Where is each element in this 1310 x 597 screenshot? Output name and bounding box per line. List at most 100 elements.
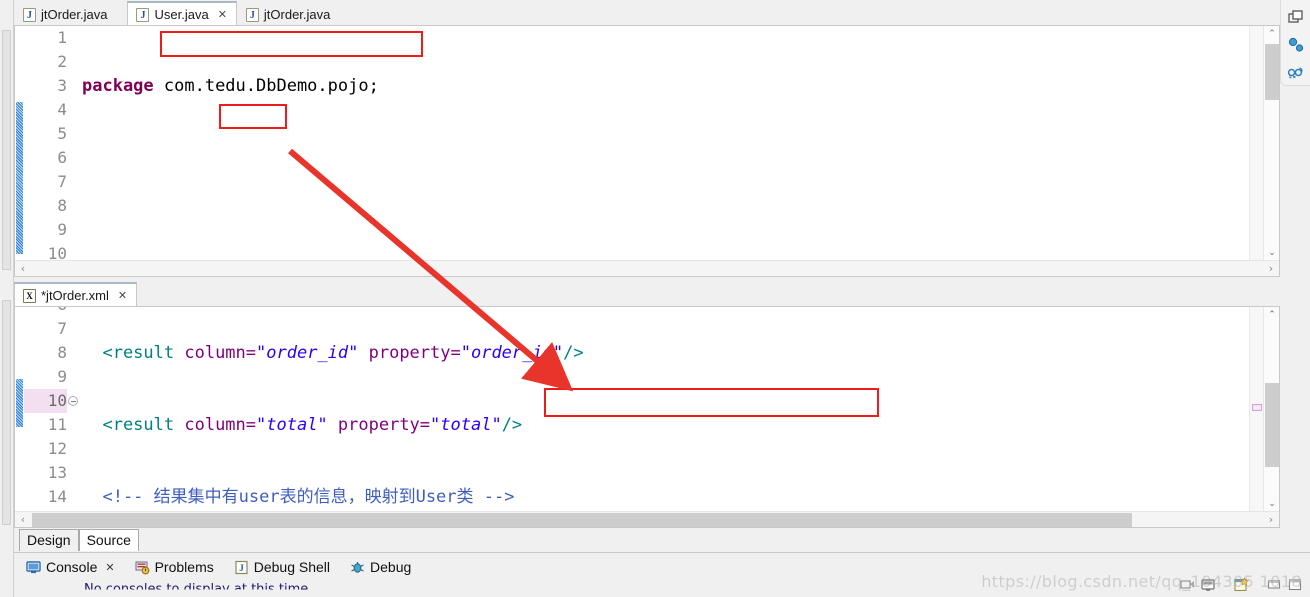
line-number: 8 — [57, 343, 67, 362]
token-tag: /> — [501, 415, 523, 435]
left-edge-strip — [0, 0, 14, 597]
java-file-icon: J — [245, 7, 259, 22]
xml-code-lines[interactable]: <result column="order_id" property="orde… — [70, 307, 1279, 527]
java-file-icon: J — [136, 7, 150, 22]
view-tab-label: Console — [46, 559, 98, 575]
editor-tab-jtorder-java-1[interactable]: J jtOrder.java — [14, 2, 118, 26]
close-icon[interactable]: ✕ — [105, 561, 114, 574]
display-selected-console-dropdown-icon[interactable] — [1221, 583, 1229, 588]
java-file-icon: J — [23, 7, 36, 22]
line-number: 12 — [47, 439, 67, 458]
token-tag: /> — [563, 343, 584, 363]
line-number: 8 — [57, 196, 67, 215]
line-number: 9 — [57, 220, 67, 239]
view-tab-debug[interactable]: Debug — [346, 554, 421, 580]
search-glasses-icon[interactable] — [1287, 63, 1305, 81]
scroll-left-icon[interactable]: ‹ — [15, 512, 31, 527]
xml-code-editor[interactable]: 6 7 8 9 10 11 12 13 14 <result column="o… — [14, 306, 1280, 528]
open-console-icon[interactable] — [1233, 577, 1250, 593]
line-number: 5 — [57, 124, 67, 143]
token-value: "order_id" — [460, 343, 564, 363]
java-editor-part: J jtOrder.java J User.java ✕ J jtOrder.j… — [14, 0, 1280, 277]
line-number: 13 — [47, 463, 67, 482]
scroll-right-icon[interactable]: › — [1263, 261, 1279, 276]
token-attr: property= — [358, 343, 461, 363]
design-source-tab-group: Design Source — [19, 529, 139, 551]
console-icon — [26, 560, 41, 575]
view-tab-debug-shell[interactable]: J Debug Shell — [230, 554, 340, 580]
console-view-toolbar — [1179, 577, 1304, 593]
view-tab-console[interactable]: Console ✕ — [22, 554, 125, 580]
line-number: 2 — [57, 52, 67, 71]
outline-icon[interactable] — [1287, 9, 1305, 27]
line-number: 14 — [47, 487, 67, 506]
scroll-left-icon[interactable]: ‹ — [15, 261, 31, 276]
tab-label: User.java — [154, 7, 209, 22]
scroll-up-icon[interactable]: ⌃ — [1264, 26, 1279, 42]
bottom-view-pane: Console ✕ Problems J Debug Shell Debug N… — [14, 552, 1310, 597]
xml-vertical-scrollbar[interactable]: ⌃ ⌄ — [1263, 307, 1279, 512]
view-tab-label: Debug — [370, 559, 412, 575]
token-value: "total" — [256, 415, 328, 435]
maximize-icon[interactable] — [1287, 577, 1304, 593]
line-number: 9 — [57, 367, 67, 386]
scroll-right-icon[interactable]: › — [1263, 512, 1279, 527]
editor-tab-jtorder-java-2[interactable]: J jtOrder.java — [236, 2, 341, 26]
token-attr: column= — [184, 343, 257, 363]
scrollbar-thumb[interactable] — [1265, 383, 1279, 467]
xml-change-bar — [15, 307, 24, 527]
java-code-editor[interactable]: 1 2 3 4 5 6 7 8 9 10 package com.tedu.Db… — [14, 25, 1280, 277]
xml-overview-ruler[interactable] — [1249, 307, 1263, 512]
editor-tab-user-java[interactable]: J User.java ✕ — [127, 1, 237, 26]
line-number: 6 — [57, 148, 67, 167]
view-tab-problems[interactable]: Problems — [131, 554, 224, 580]
token-attr: column= — [184, 415, 257, 435]
line-number: 6 — [24, 307, 67, 317]
token-tag: <result — [82, 343, 185, 363]
code-line: <!-- 结果集中有user表的信息，映射到User类 --> — [82, 485, 1279, 509]
xml-horizontal-scrollbar[interactable]: ‹ › — [15, 511, 1279, 527]
minimize-icon[interactable] — [1266, 577, 1283, 593]
xml-line-number-ruler: 6 7 8 9 10 11 12 13 14 — [24, 307, 78, 527]
code-line: <result column="total" property="total"/… — [82, 413, 1279, 437]
xml-editor-part: X *jtOrder.xml ✕ 6 7 8 9 10 — [14, 281, 1280, 551]
scrollbar-thumb[interactable] — [32, 513, 1132, 527]
line-number: 7 — [57, 172, 67, 191]
tab-source[interactable]: Source — [78, 529, 139, 551]
tab-label: jtOrder.java — [263, 7, 331, 22]
java-horizontal-scrollbar[interactable]: ‹ › — [15, 260, 1279, 276]
code-line: package com.tedu.DbDemo.pojo; — [82, 74, 1279, 98]
view-tab-label: Problems — [154, 559, 214, 575]
xml-file-icon: X — [23, 288, 36, 303]
token-value: "total" — [430, 415, 502, 435]
scroll-down-icon[interactable]: ⌄ — [1264, 496, 1279, 512]
open-console-dropdown-icon[interactable] — [1254, 583, 1262, 588]
scrollbar-thumb[interactable] — [1265, 44, 1279, 100]
token-value: "order_id" — [256, 343, 359, 363]
right-icon-rail — [1280, 0, 1310, 86]
token-keyword: package — [82, 76, 164, 96]
debug-shell-icon: J — [234, 560, 249, 575]
java-vertical-scrollbar[interactable]: ⌃ ⌄ — [1263, 26, 1279, 261]
java-change-bar — [15, 26, 24, 276]
type-hierarchy-icon[interactable] — [1287, 36, 1305, 54]
java-code-lines[interactable]: package com.tedu.DbDemo.pojo; public cla… — [70, 26, 1279, 276]
tab-label: *jtOrder.xml — [41, 288, 109, 303]
line-number: 11 — [47, 415, 67, 434]
scroll-down-icon[interactable]: ⌄ — [1264, 245, 1279, 261]
scroll-up-icon[interactable]: ⌃ — [1264, 307, 1279, 323]
display-selected-console-icon[interactable] — [1200, 577, 1217, 593]
token-attr: property= — [327, 415, 431, 435]
tab-design[interactable]: Design — [19, 529, 79, 551]
close-icon[interactable]: ✕ — [118, 289, 127, 302]
close-icon[interactable]: ✕ — [218, 8, 227, 21]
token-tag: <result — [82, 415, 185, 435]
editor-tab-jtorder-xml[interactable]: X *jtOrder.xml ✕ — [14, 282, 138, 307]
bottom-view-tabbar: Console ✕ Problems J Debug Shell Debug — [14, 553, 1310, 581]
overview-marker[interactable] — [1252, 404, 1262, 411]
pin-console-icon[interactable] — [1179, 577, 1196, 593]
line-number: 1 — [57, 28, 67, 47]
java-overview-ruler[interactable] — [1249, 26, 1263, 261]
